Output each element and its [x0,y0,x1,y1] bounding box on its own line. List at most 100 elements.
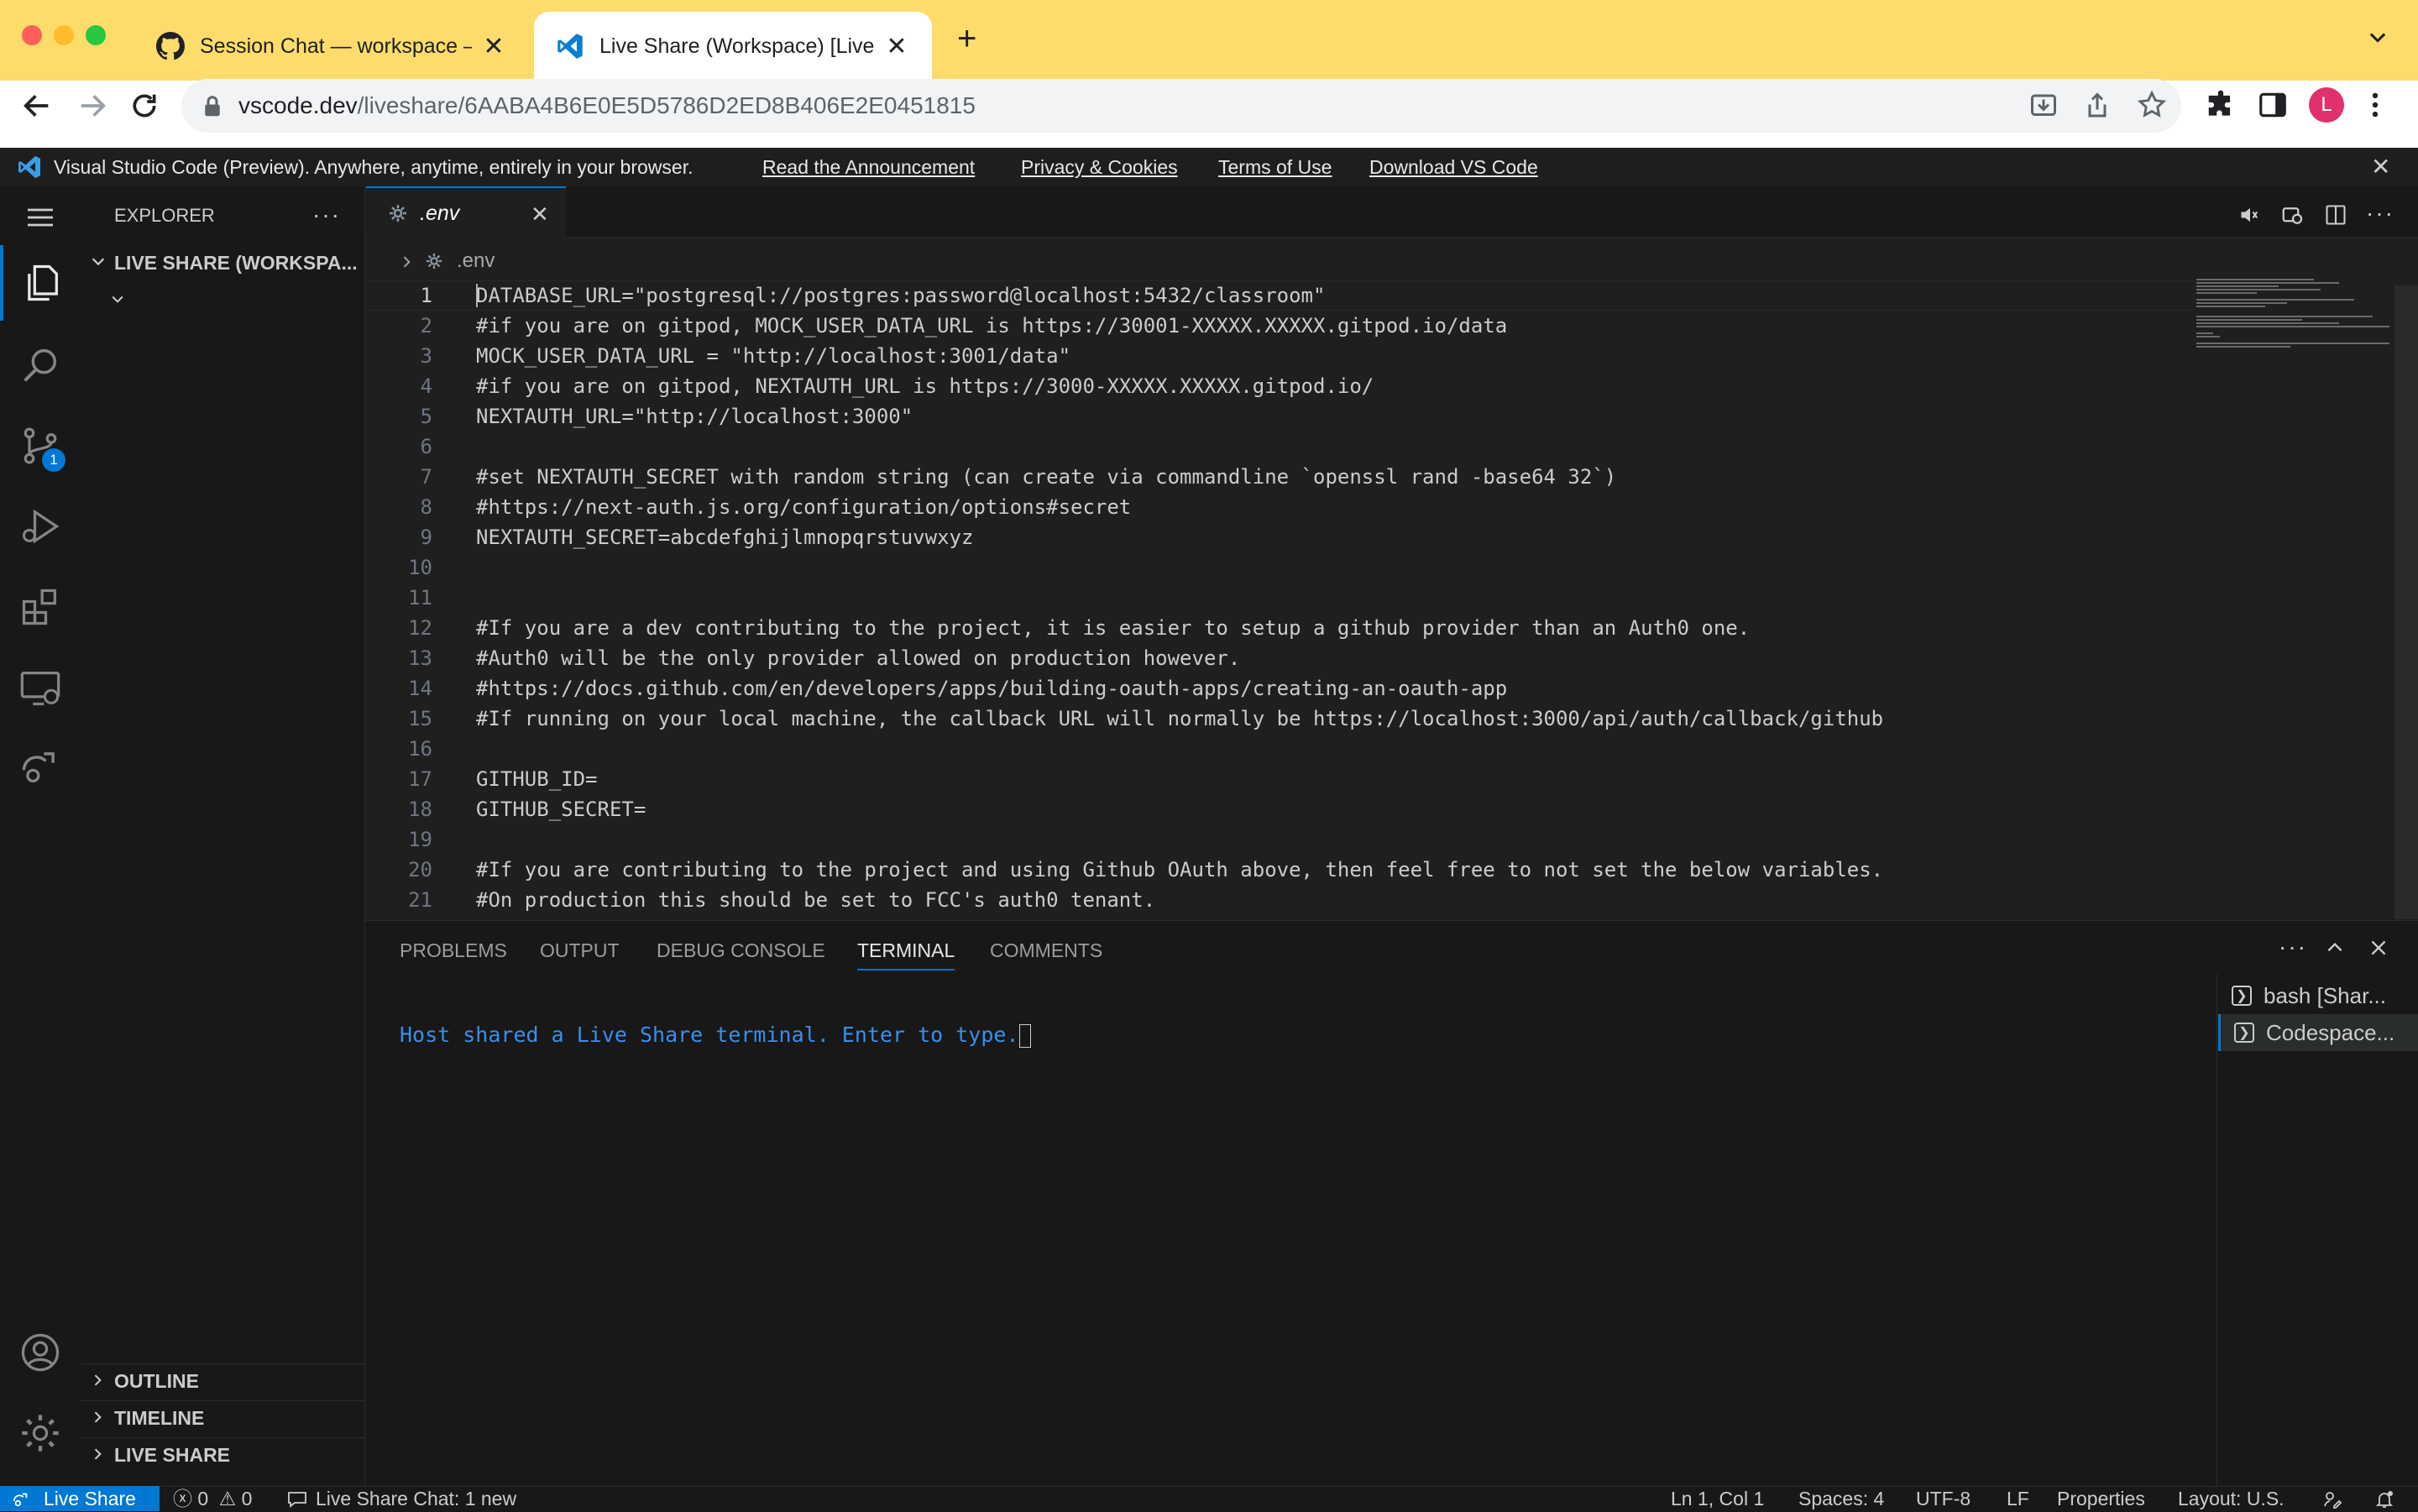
banner-close-icon[interactable]: ✕ [2371,154,2390,180]
eol-status[interactable]: LF [2007,1486,2029,1511]
editor-scrollbar[interactable] [2394,285,2418,919]
sidebar-more-icon[interactable]: ··· [312,203,341,227]
breadcrumb[interactable]: .env [457,249,495,274]
chevron-down-icon[interactable] [109,290,126,307]
browser-menu-icon[interactable] [2369,89,2381,121]
tab-comments[interactable]: COMMENTS [990,932,1102,969]
code-line[interactable]: 17 GITHUB_ID= [365,764,2196,794]
manage-gear-icon[interactable] [0,1395,81,1471]
search-icon[interactable] [0,327,81,403]
live-share-icon[interactable] [0,729,81,804]
reload-icon[interactable] [128,89,161,123]
chevron-right-icon[interactable] [89,1372,106,1389]
browser-tab-live-share[interactable]: Live Share (Workspace) [Live S ✕ [534,12,932,81]
url-text[interactable]: vscode.dev/liveshare/6AABA4B6E0E5D5786D2… [238,89,976,123]
tab-search-chevron-icon[interactable] [2366,25,2389,49]
maximize-panel-icon[interactable] [2324,937,2346,959]
chevron-down-icon[interactable] [89,252,107,270]
code-line[interactable]: 6 [365,432,2196,462]
window-close-button[interactable] [22,25,42,45]
banner-link-terms[interactable]: Terms of Use [1218,148,1332,186]
close-icon[interactable]: ✕ [883,32,910,61]
code-text: #if you are on gitpod, NEXTAUTH_URL is h… [476,374,1374,398]
source-control-icon[interactable] [0,408,81,484]
terminal-item-codespace[interactable]: ❯ Codespace... [2218,1014,2418,1051]
run-debug-icon[interactable] [0,489,81,564]
line-number: 21 [408,888,432,912]
window-minimize-button[interactable] [54,25,74,45]
code-line[interactable]: 1 DATABASE_URL="postgresql://postgres:pas… [365,280,2196,311]
close-icon[interactable]: ✕ [531,201,549,227]
code-line[interactable]: 9 NEXTAUTH_SECRET=abcdefghijlmnopqrstuvwx… [365,522,2196,552]
language-mode-status[interactable]: Properties [2057,1486,2145,1511]
cursor-position-status[interactable]: Ln 1, Col 1 [1671,1486,1764,1511]
bookmark-star-icon[interactable] [2136,89,2168,121]
minimap[interactable] [2196,277,2391,416]
code-line[interactable]: 16 [365,734,2196,764]
keyboard-layout-status[interactable]: Layout: U.S. [2178,1486,2285,1511]
code-line[interactable]: 7 #set NEXTAUTH_SECRET with random string… [365,462,2196,492]
extensions-puzzle-icon[interactable] [2205,89,2237,121]
close-icon[interactable]: ✕ [480,32,507,61]
banner-link-announcement[interactable]: Read the Announcement [762,148,975,186]
panel-more-icon[interactable]: ··· [2279,935,2307,959]
accounts-icon[interactable] [0,1315,81,1390]
chevron-right-icon[interactable] [89,1446,106,1462]
workspace-root-folder[interactable]: LIVE SHARE (WORKSPA... [114,250,358,275]
forward-arrow-icon[interactable] [76,89,109,123]
tab-debug-console[interactable]: DEBUG CONSOLE [657,932,825,969]
chevron-right-icon[interactable] [398,254,415,270]
code-line[interactable]: 12 #If you are a dev contributing to the … [365,613,2196,643]
code-line[interactable]: 8 #https://next-auth.js.org/configuration… [365,492,2196,522]
install-app-icon[interactable] [2028,91,2059,121]
back-arrow-icon[interactable] [20,89,54,123]
sidebar-section-timeline[interactable]: TIMELINE [114,1405,204,1431]
terminal-output[interactable]: Host shared a Live Share terminal. Enter… [400,1021,1031,1049]
extensions-icon[interactable] [0,569,81,645]
split-editor-icon[interactable] [2324,203,2347,227]
share-icon[interactable] [2082,91,2112,121]
feedback-icon[interactable] [2322,1489,2342,1509]
code-line[interactable]: 2 #if you are on gitpod, MOCK_USER_DATA_U… [365,311,2196,341]
code-line[interactable]: 13 #Auth0 will be the only provider allow… [365,643,2196,673]
side-panel-icon[interactable] [2257,89,2289,121]
code-line[interactable]: 15 #If running on your local machine, the… [365,704,2196,734]
code-line[interactable]: 10 [365,552,2196,583]
code-line[interactable]: 4 #if you are on gitpod, NEXTAUTH_URL is … [365,371,2196,401]
browser-tab-session-chat[interactable]: Session Chat — workspace — ✕ [134,12,529,81]
remote-explorer-icon[interactable] [0,650,81,725]
follow-participant-icon[interactable] [2280,203,2305,228]
audio-cue-icon[interactable] [2238,203,2262,227]
explorer-icon[interactable] [0,245,81,321]
code-line[interactable]: 18 GITHUB_SECRET= [365,794,2196,824]
new-tab-button[interactable]: + [957,22,976,55]
editor-more-icon[interactable]: ··· [2366,201,2394,225]
live-share-chat-status[interactable]: Live Share Chat: 1 new [316,1486,516,1511]
code-line[interactable]: 3 MOCK_USER_DATA_URL = "http://localhost:… [365,341,2196,371]
terminal-item-bash[interactable]: ❯ bash [Shar... [2218,977,2418,1014]
code-line[interactable]: 11 [365,583,2196,613]
menu-hamburger-icon[interactable] [25,205,55,230]
code-line[interactable]: 21 #On production this should be set to F… [365,885,2196,915]
live-share-icon [12,1490,30,1509]
notifications-bell-icon[interactable] [2374,1489,2394,1509]
code-line[interactable]: 5 NEXTAUTH_URL="http://localhost:3000" [365,401,2196,432]
close-panel-icon[interactable] [2368,937,2389,959]
problems-status[interactable]: ⓧ 0 ⚠ 0 [173,1486,252,1511]
sidebar-section-outline[interactable]: OUTLINE [114,1368,199,1394]
sidebar-section-live-share[interactable]: LIVE SHARE [114,1442,230,1468]
lock-icon[interactable] [202,94,223,119]
tab-terminal[interactable]: TERMINAL [857,932,955,971]
tab-problems[interactable]: PROBLEMS [400,932,507,969]
window-zoom-button[interactable] [86,25,106,45]
code-line[interactable]: 20 #If you are contributing to the projec… [365,855,2196,885]
tab-output[interactable]: OUTPUT [540,932,620,969]
profile-avatar[interactable]: L [2309,87,2344,123]
code-line[interactable]: 19 [365,824,2196,855]
code-line[interactable]: 14 #https://docs.github.com/en/developers… [365,673,2196,704]
banner-link-privacy[interactable]: Privacy & Cookies [1021,148,1178,186]
indentation-status[interactable]: Spaces: 4 [1798,1486,1884,1511]
banner-link-download[interactable]: Download VS Code [1369,148,1538,186]
encoding-status[interactable]: UTF-8 [1916,1486,1971,1511]
chevron-right-icon[interactable] [89,1409,106,1426]
